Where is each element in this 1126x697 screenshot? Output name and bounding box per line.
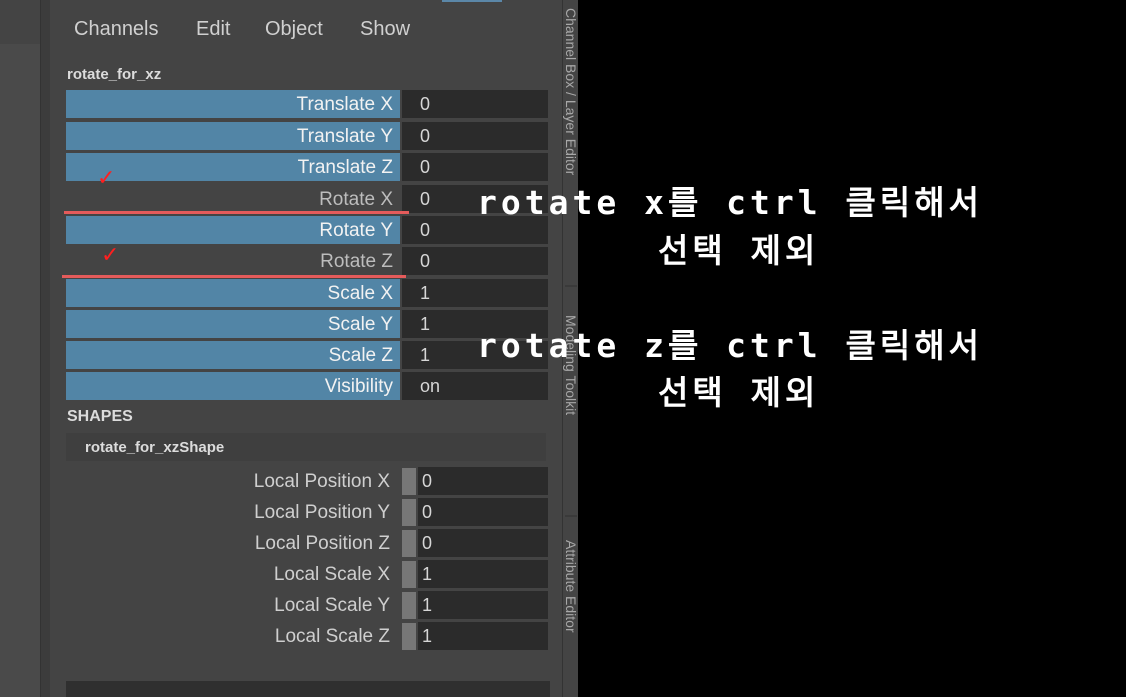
- shape-channel-label[interactable]: Local Scale Z: [66, 622, 400, 650]
- shape-channel-value[interactable]: 1: [418, 560, 548, 588]
- channel-value[interactable]: on: [402, 372, 548, 400]
- channel-box-menubar: Channels Edit Object Show: [50, 0, 562, 60]
- shape-row-local-scale-z[interactable]: Local Scale Z 1: [66, 622, 548, 650]
- channel-label[interactable]: Scale Z: [66, 341, 400, 369]
- channel-slider[interactable]: [402, 592, 416, 619]
- channel-label[interactable]: Translate X: [66, 90, 400, 118]
- menu-channels[interactable]: Channels: [74, 18, 159, 41]
- tab-separator: [565, 515, 577, 517]
- channel-row-translate-x[interactable]: Translate X 0: [66, 90, 548, 118]
- shape-row-local-scale-x[interactable]: Local Scale X 1: [66, 560, 548, 588]
- annotation-underline-rotate-z: [62, 275, 406, 278]
- channel-row-scale-z[interactable]: Scale Z 1: [66, 341, 548, 369]
- channel-value[interactable]: 0: [402, 247, 548, 275]
- channel-row-translate-y[interactable]: Translate Y 0: [66, 122, 548, 150]
- left-strip-header: [0, 0, 40, 44]
- tab-separator: [565, 285, 577, 287]
- check-mark-icon: ✓: [97, 166, 116, 191]
- shape-row-local-position-y[interactable]: Local Position Y 0: [66, 498, 548, 526]
- shape-row-local-scale-y[interactable]: Local Scale Y 1: [66, 591, 548, 619]
- shape-name-bar[interactable]: rotate_for_xzShape: [66, 433, 546, 461]
- channel-label[interactable]: Rotate Y: [66, 216, 400, 244]
- shape-channel-label[interactable]: Local Position Y: [66, 498, 400, 526]
- object-name[interactable]: rotate_for_xz: [67, 66, 161, 83]
- channel-slider[interactable]: [402, 468, 416, 495]
- channel-slider[interactable]: [402, 499, 416, 526]
- channel-row-scale-x[interactable]: Scale X 1: [66, 279, 548, 307]
- shapes-header: SHAPES: [67, 408, 133, 425]
- selection-indicator: [442, 0, 502, 2]
- channel-row-rotate-x[interactable]: Rotate X 0: [66, 185, 548, 213]
- shape-channel-label[interactable]: Local Position X: [66, 467, 400, 495]
- channel-row-translate-z[interactable]: Translate Z 0: [66, 153, 548, 181]
- channel-label[interactable]: Scale Y: [66, 310, 400, 338]
- channel-value[interactable]: 0: [402, 122, 548, 150]
- menu-object[interactable]: Object: [265, 18, 323, 41]
- annotation-note-2-line-1: rotate z를 ctrl 클릭해서: [477, 326, 983, 365]
- shape-row-local-position-x[interactable]: Local Position X 0: [66, 467, 548, 495]
- annotation-note-1-line-2: 선택 제외: [658, 231, 820, 270]
- channel-row-visibility[interactable]: Visibility on: [66, 372, 548, 400]
- channel-row-rotate-z[interactable]: Rotate Z 0: [66, 247, 548, 275]
- shape-channel-value[interactable]: 0: [418, 498, 548, 526]
- shape-channel-value[interactable]: 0: [418, 529, 548, 557]
- left-viewport-strip: [0, 0, 40, 697]
- channel-label[interactable]: Visibility: [66, 372, 400, 400]
- annotation-note-1-line-1: rotate x를 ctrl 클릭해서: [477, 183, 983, 222]
- check-mark-icon: ✓: [101, 243, 120, 268]
- shape-channel-label[interactable]: Local Scale Y: [66, 591, 400, 619]
- channel-row-rotate-y[interactable]: Rotate Y 0: [66, 216, 548, 244]
- shape-row-local-position-z[interactable]: Local Position Z 0: [66, 529, 548, 557]
- shape-channel-value[interactable]: 1: [418, 622, 548, 650]
- channel-label[interactable]: Translate Z: [66, 153, 400, 181]
- annotation-underline-rotate-x: [64, 211, 409, 214]
- channel-label[interactable]: Scale X: [66, 279, 400, 307]
- channel-slider[interactable]: [402, 530, 416, 557]
- layer-editor-field[interactable]: [66, 681, 550, 697]
- panel-splitter[interactable]: [40, 0, 50, 697]
- annotation-note-2-line-2: 선택 제외: [658, 373, 820, 412]
- menu-edit[interactable]: Edit: [196, 18, 230, 41]
- shape-channel-value[interactable]: 1: [418, 591, 548, 619]
- channel-value[interactable]: 1: [402, 279, 548, 307]
- shape-name[interactable]: rotate_for_xzShape: [85, 439, 224, 456]
- channel-label[interactable]: Rotate X: [66, 185, 400, 213]
- channel-value[interactable]: 0: [402, 90, 548, 118]
- channel-slider[interactable]: [402, 623, 416, 650]
- menu-show[interactable]: Show: [360, 18, 410, 41]
- channel-label[interactable]: Translate Y: [66, 122, 400, 150]
- tab-channel-box-layer-editor[interactable]: Channel Box / Layer Editor: [563, 8, 579, 175]
- shape-channel-label[interactable]: Local Position Z: [66, 529, 400, 557]
- tab-attribute-editor[interactable]: Attribute Editor: [563, 540, 579, 633]
- shape-channel-label[interactable]: Local Scale X: [66, 560, 400, 588]
- channel-slider[interactable]: [402, 561, 416, 588]
- shape-channel-value[interactable]: 0: [418, 467, 548, 495]
- channel-row-scale-y[interactable]: Scale Y 1: [66, 310, 548, 338]
